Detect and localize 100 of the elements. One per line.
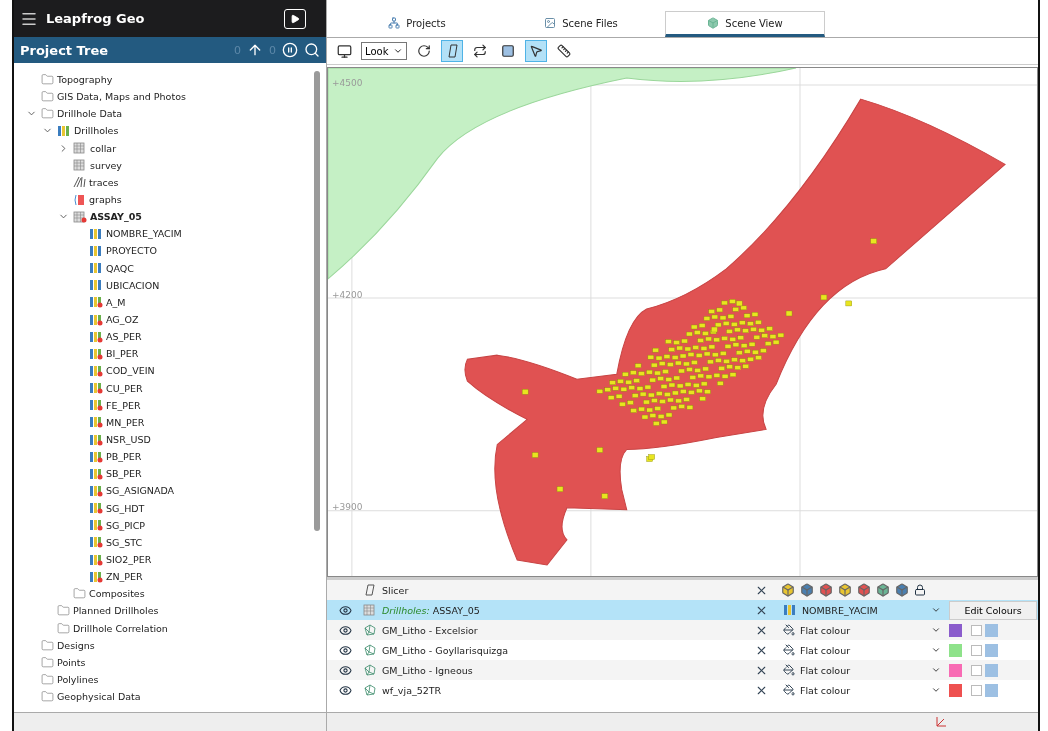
folder-icon — [41, 638, 54, 652]
tree-item-label[interactable]: MN_PER — [106, 416, 145, 428]
layer-name[interactable]: wf_vja_52TR — [382, 684, 442, 696]
tree-item-label[interactable]: graphs — [89, 194, 122, 206]
cube-icon[interactable] — [838, 583, 852, 597]
tree-item-label[interactable]: Drillhole Data — [57, 108, 123, 120]
eye-icon[interactable] — [338, 663, 352, 677]
layer-row[interactable]: GM_Litho - Excelsior Flat colour — [327, 620, 1038, 640]
eye-icon[interactable] — [338, 603, 352, 617]
tree-item-label[interactable]: SB_PER — [106, 468, 142, 480]
category-column-icon — [89, 262, 103, 275]
tree-item-label[interactable]: ASSAY_05 — [90, 211, 142, 223]
tree-item-label[interactable]: Composites — [89, 588, 145, 600]
tree-item-label[interactable]: Drillholes — [74, 125, 119, 137]
tree-item-label[interactable]: SG_ASIGNADA — [106, 485, 175, 497]
style-select[interactable]: Flat colour — [781, 624, 943, 636]
cube-icon[interactable] — [876, 583, 890, 597]
layer-row[interactable]: Drillholes: ASSAY_05 NOMBRE_YACIM Edit Colours — [327, 600, 1038, 620]
colour-swatch[interactable] — [949, 643, 962, 657]
style-select[interactable]: NOMBRE_YACIM — [781, 604, 943, 616]
layer-name[interactable]: GM_Litho - Goyllarisquizga — [382, 644, 509, 656]
colour-swatch[interactable] — [985, 663, 998, 677]
geological-model-drawing[interactable] — [328, 68, 1037, 576]
tree-item-label[interactable]: Drillhole Correlation — [73, 622, 168, 634]
style-select[interactable]: Flat colour — [781, 644, 943, 656]
tree-item-label[interactable]: Planned Drillholes — [73, 605, 159, 617]
style-select[interactable]: Flat colour — [781, 664, 943, 676]
colour-swatch[interactable] — [985, 683, 998, 697]
scrollbar-thumb[interactable] — [314, 71, 320, 531]
graphs-icon — [73, 193, 86, 206]
eye-icon[interactable] — [338, 623, 352, 637]
tree-item-label[interactable]: AG_OZ — [106, 314, 139, 326]
tab[interactable]: Scene View — [665, 11, 825, 37]
tree-item-label[interactable]: AS_PER — [106, 331, 142, 343]
eye-icon[interactable] — [338, 643, 352, 657]
tree-item-label[interactable]: ZN_PER — [106, 571, 143, 583]
layer-row[interactable]: GM_Litho - Igneous Flat colour — [327, 660, 1038, 680]
tree-item-label[interactable]: SG_HDT — [106, 502, 145, 514]
upload-count: 0 — [234, 43, 241, 57]
tree-item-label[interactable]: Designs — [57, 639, 95, 651]
checkbox[interactable] — [971, 644, 982, 656]
lock-icon[interactable] — [914, 584, 926, 596]
eye-icon[interactable] — [338, 683, 352, 697]
checkbox[interactable] — [971, 624, 982, 636]
tree-item-label[interactable]: FE_PER — [106, 399, 141, 411]
tab[interactable]: Projects — [337, 11, 497, 37]
tree-item-label[interactable]: traces — [89, 176, 119, 188]
tree-item-label[interactable]: PB_PER — [106, 451, 142, 463]
tree-item-label[interactable]: collar — [90, 142, 117, 154]
colour-swatch[interactable] — [985, 623, 998, 637]
tree-item-label[interactable]: GIS Data, Maps and Photos — [57, 91, 186, 103]
layer-name[interactable]: GM_Litho - Igneous — [382, 664, 473, 676]
colour-swatch[interactable] — [949, 683, 962, 697]
numeric-column-icon — [89, 570, 103, 583]
view-select[interactable]: Look — [361, 42, 407, 60]
pause-icon[interactable] — [282, 42, 298, 58]
checkbox[interactable] — [971, 664, 982, 676]
tab[interactable]: Scene Files — [501, 11, 661, 37]
colour-swatch[interactable] — [985, 643, 998, 657]
tree-item-label[interactable]: Points — [57, 656, 86, 668]
cube-icon[interactable] — [857, 583, 871, 597]
tree-item-label[interactable]: Topography — [57, 74, 113, 86]
checkbox[interactable] — [971, 684, 982, 696]
tree-item-label[interactable]: Polylines — [57, 674, 99, 685]
layer-name[interactable]: GM_Litho - Excelsior — [382, 624, 478, 636]
cube-icon[interactable] — [895, 583, 909, 597]
tree-item-label[interactable]: UBICACION — [106, 279, 160, 291]
tree-item-label[interactable]: CU_PER — [106, 382, 143, 394]
cube-icon[interactable] — [819, 583, 833, 597]
search-icon[interactable] — [304, 42, 320, 58]
tree-item-label[interactable]: NSR_USD — [106, 434, 151, 445]
tree-item-label[interactable]: QAQC — [106, 262, 134, 274]
style-select[interactable]: Flat colour — [781, 684, 943, 696]
layer-name[interactable]: Drillholes: ASSAY_05 — [382, 604, 480, 616]
pointer-icon[interactable] — [525, 40, 547, 62]
numeric-column-icon — [89, 433, 103, 446]
tree-item-label[interactable]: SIO2_PER — [106, 554, 152, 565]
tree-item-label[interactable]: BI_PER — [106, 348, 139, 360]
tree-item-label[interactable]: survey — [90, 159, 122, 171]
slicer-tool-icon[interactable] — [441, 40, 463, 62]
tree-item-label[interactable]: Geophysical Data — [57, 691, 141, 703]
tree-item-label[interactable]: PROYECTO — [106, 245, 157, 257]
tree-item-label[interactable]: COD_VEIN — [106, 365, 155, 377]
tree-item-label[interactable]: NOMBRE_YACIM — [106, 228, 182, 240]
layer-name[interactable]: Slicer — [382, 584, 409, 596]
colour-swatch[interactable] — [949, 623, 962, 637]
axis-label: +4500 — [332, 78, 363, 88]
pause-count: 0 — [269, 43, 276, 57]
play-button[interactable] — [284, 8, 306, 29]
colour-swatch[interactable] — [949, 663, 962, 677]
cube-icon[interactable] — [800, 583, 814, 597]
paint-bucket-icon — [783, 664, 795, 676]
folder-icon — [41, 655, 54, 669]
edit-colours-button[interactable]: Edit Colours — [949, 600, 1037, 620]
numeric-column-icon — [89, 313, 103, 326]
paint-bucket-icon — [783, 624, 795, 636]
cube-icon[interactable] — [781, 583, 795, 597]
tree-item-label[interactable]: SG_STC — [106, 536, 143, 548]
tree-item-label[interactable]: A_M — [106, 296, 126, 308]
tree-item-label[interactable]: SG_PICP — [106, 519, 146, 531]
